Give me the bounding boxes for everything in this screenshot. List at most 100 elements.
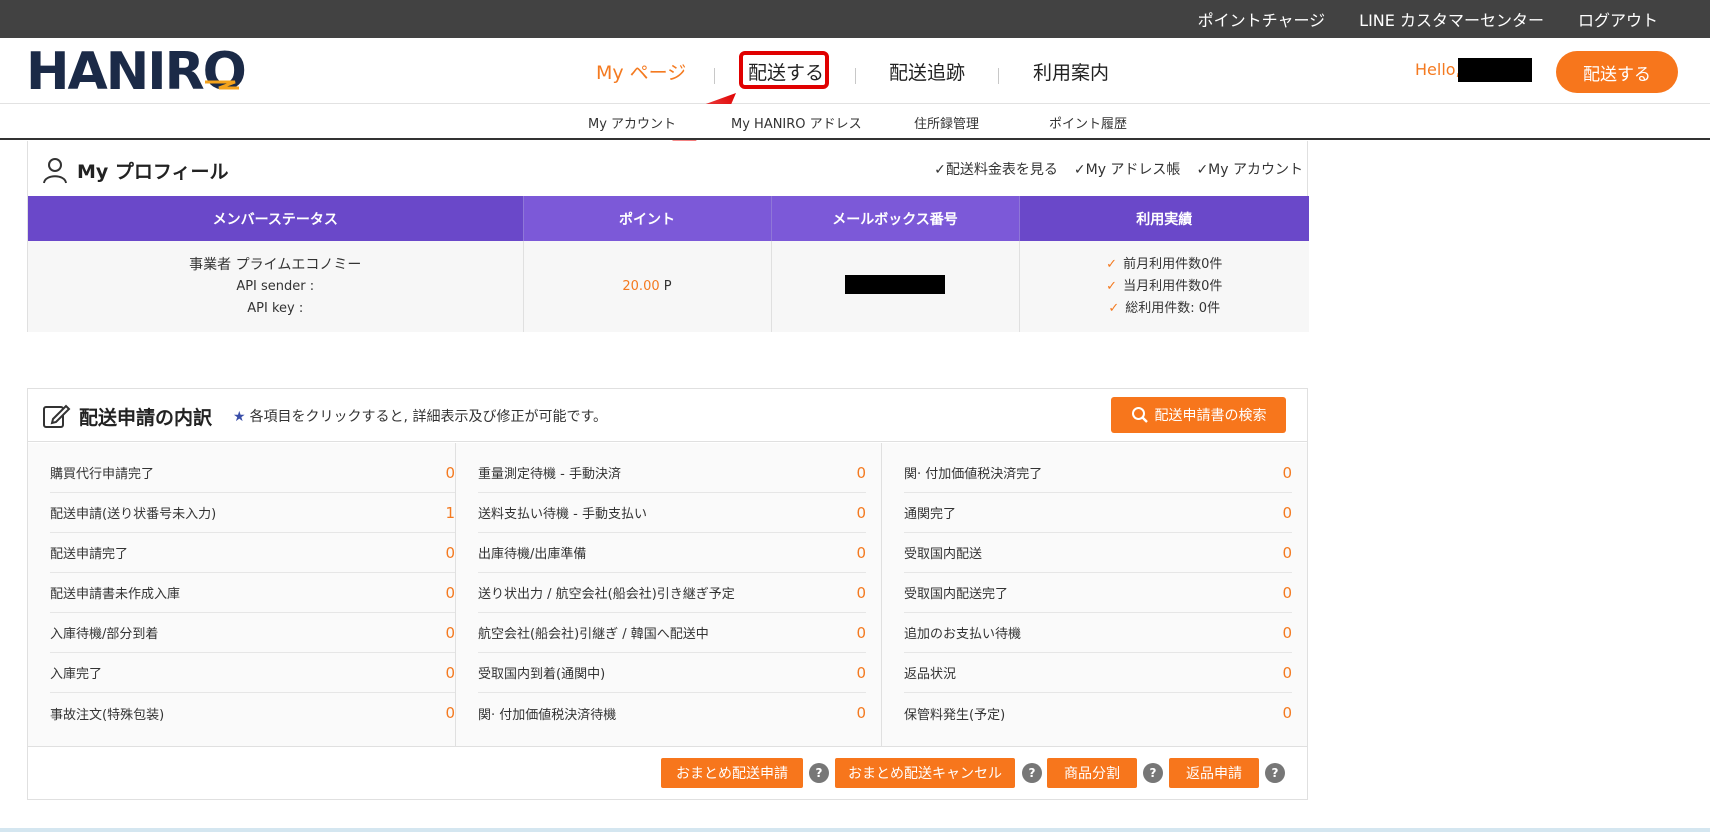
status-row[interactable]: 送料支払い待機 - 手動支払い 0 — [478, 493, 866, 533]
status-row[interactable]: 受取国内配送完了 0 — [904, 573, 1292, 613]
status-label: 通関完了 — [904, 507, 957, 522]
split-product-button[interactable]: 商品分割 — [1047, 758, 1137, 788]
nav-guide[interactable]: 利用案内 — [1033, 58, 1109, 85]
status-row[interactable]: 受取国内到着(通関中) 0 — [478, 653, 866, 693]
hello-label: Hello, — [1415, 60, 1461, 79]
status-row[interactable]: 事故注文(特殊包装) 0 — [50, 693, 455, 733]
status-row[interactable]: 追加のお支払い待機 0 — [904, 613, 1292, 653]
status-count: 0 — [1282, 503, 1292, 522]
top-bar: ポイントチャージ LINE カスタマーセンター ログアウト — [0, 0, 1710, 38]
status-row[interactable]: 出庫待機/出庫準備 0 — [478, 533, 866, 573]
status-row[interactable]: 入庫完了 0 — [50, 653, 455, 693]
combined-shipping-button[interactable]: おまとめ配送申請 — [661, 758, 803, 788]
subnav-my-haniro-address[interactable]: My HANIRO アドレス — [731, 113, 862, 132]
point-charge-link[interactable]: ポイントチャージ — [1198, 7, 1326, 31]
profile-table: メンバーステータス ポイント メールボックス番号 利用実績 事業者 プライムエコ… — [28, 196, 1309, 332]
api-sender: API sender : — [236, 278, 315, 294]
status-label: 購買代行申請完了 — [50, 467, 155, 482]
logout-link[interactable]: ログアウト — [1578, 7, 1658, 31]
help-icon[interactable]: ? — [1022, 763, 1042, 783]
member-grade: 事業者 プライムエコノミー — [189, 256, 362, 273]
subnav-point-history[interactable]: ポイント履歴 — [1049, 113, 1127, 132]
haniro-logo[interactable]: HANIRO — [26, 42, 247, 102]
status-count: 0 — [1282, 583, 1292, 602]
status-label: 送料支払い待機 - 手動支払い — [478, 507, 647, 522]
mailbox-cell — [771, 241, 1020, 332]
status-count: 0 — [445, 543, 455, 562]
status-label: 重量測定待機 - 手動決済 — [478, 467, 621, 482]
ship-cta-button[interactable]: 配送する — [1556, 51, 1678, 93]
edit-icon — [43, 404, 71, 428]
usage-this-month: ✓ 当月利用件数0件 — [1106, 278, 1223, 294]
apps-actions: おまとめ配送申請 ? おまとめ配送キャンセル ? 商品分割 ? 返品申請 ? — [28, 746, 1307, 799]
status-row[interactable]: 配送申請(送り状番号未入力) 1 — [50, 493, 455, 533]
search-applications-button[interactable]: 配送申請書の検索 — [1111, 397, 1286, 433]
cancel-combined-shipping-button[interactable]: おまとめ配送キャンセル — [835, 758, 1015, 788]
search-icon — [1131, 407, 1148, 423]
subnav-address-book[interactable]: 住所録管理 — [914, 113, 979, 132]
status-row[interactable]: 航空会社(船会社)引継ぎ / 韓国へ配送中 0 — [478, 613, 866, 653]
status-label: 配送申請(送り状番号未入力) — [50, 507, 217, 522]
status-count: 0 — [856, 583, 866, 602]
user-icon — [43, 158, 67, 184]
status-count: 0 — [856, 503, 866, 522]
status-label: 受取国内配送完了 — [904, 587, 1009, 602]
shipping-rate-link[interactable]: ✓配送料金表を見る — [934, 159, 1058, 179]
nav-divider — [714, 68, 715, 84]
apps-note: ★ 各項目をクリックすると, 詳細表示及び修正が可能です。 — [233, 409, 608, 425]
nav-tracking[interactable]: 配送追跡 — [889, 58, 965, 85]
usage-last-month: ✓ 前月利用件数0件 — [1106, 256, 1223, 272]
redacted-username — [1458, 58, 1532, 82]
help-icon[interactable]: ? — [1265, 763, 1285, 783]
top-links: ポイントチャージ LINE カスタマーセンター ログアウト — [1198, 0, 1658, 38]
nav-divider — [855, 68, 856, 84]
return-request-button[interactable]: 返品申請 — [1169, 758, 1259, 788]
sub-nav: My アカウント My HANIRO アドレス 住所録管理 ポイント履歴 — [0, 104, 1710, 140]
status-label: 出庫待機/出庫準備 — [478, 547, 587, 562]
member-status-cell: 事業者 プライムエコノミー API sender : API key : — [28, 241, 524, 332]
status-count: 0 — [445, 583, 455, 602]
my-account-link[interactable]: ✓My アカウント — [1196, 159, 1303, 179]
status-label: 入庫待機/部分到着 — [50, 627, 159, 642]
status-row[interactable]: 保管料発生(予定) 0 — [904, 693, 1292, 733]
profile-panel: My プロフィール ✓配送料金表を見る ✓My アドレス帳 ✓My アカウント … — [27, 141, 1309, 332]
usage-total: ✓ 総利用件数: 0件 — [1108, 300, 1221, 316]
profile-title: My プロフィール — [41, 155, 229, 185]
status-label: 配送申請書未作成入庫 — [50, 587, 181, 602]
star-icon: ★ — [233, 409, 246, 425]
status-row[interactable]: 送り状出力 / 航空会社(船会社)引き継ぎ予定 0 — [478, 573, 866, 613]
subnav-my-account[interactable]: My アカウント — [588, 113, 676, 132]
points-unit: P — [663, 279, 672, 294]
header-usage: 利用実績 — [1019, 196, 1309, 241]
status-row[interactable]: 重量測定待機 - 手動決済 0 — [478, 453, 866, 493]
status-column-3: 関· 付加価値税決済完了 0 通関完了 0 受取国内配送 0 受取国内配送完了 0 追加のお支払… — [881, 443, 1307, 746]
status-count: 0 — [856, 463, 866, 482]
status-row[interactable]: 関· 付加価値税決済完了 0 — [904, 453, 1292, 493]
line-customer-center-link[interactable]: LINE カスタマーセンター — [1359, 7, 1544, 31]
nav-my-page[interactable]: My ページ — [596, 58, 686, 85]
status-row[interactable]: 通関完了 0 — [904, 493, 1292, 533]
status-column-2: 重量測定待機 - 手動決済 0 送料支払い待機 - 手動支払い 0 出庫待機/出庫準備 0… — [455, 443, 881, 746]
help-icon[interactable]: ? — [809, 763, 829, 783]
status-row[interactable]: 入庫待機/部分到着 0 — [50, 613, 455, 653]
status-label: 保管料発生(予定) — [904, 707, 1006, 723]
status-row[interactable]: 配送申請書未作成入庫 0 — [50, 573, 455, 613]
points-value: 20.00 — [622, 279, 660, 294]
status-count: 0 — [445, 704, 455, 722]
status-row[interactable]: 配送申請完了 0 — [50, 533, 455, 573]
header-member-status: メンバーステータス — [28, 196, 524, 241]
status-count: 1 — [445, 503, 455, 522]
status-count: 0 — [1282, 623, 1292, 642]
api-key: API key : — [247, 300, 304, 316]
status-label: 関· 付加価値税決済完了 — [904, 467, 1043, 482]
status-label: 関· 付加価値税決済待機 — [478, 707, 617, 723]
address-book-link[interactable]: ✓My アドレス帳 — [1074, 159, 1181, 179]
status-row[interactable]: 関· 付加価値税決済待機 0 — [478, 693, 866, 733]
status-count: 0 — [856, 663, 866, 682]
status-row[interactable]: 受取国内配送 0 — [904, 533, 1292, 573]
status-label: 航空会社(船会社)引継ぎ / 韓国へ配送中 — [478, 627, 709, 642]
status-row[interactable]: 購買代行申請完了 0 — [50, 453, 455, 493]
status-row[interactable]: 返品状況 0 — [904, 653, 1292, 693]
status-label: 事故注文(特殊包装) — [50, 707, 165, 723]
help-icon[interactable]: ? — [1143, 763, 1163, 783]
